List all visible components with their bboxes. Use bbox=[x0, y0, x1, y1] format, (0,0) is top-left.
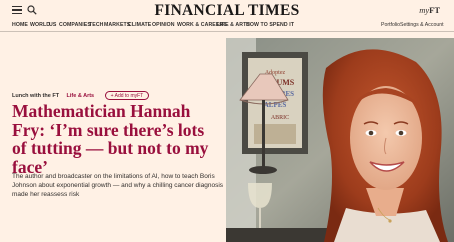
nav-item-companies[interactable]: COMPANIES bbox=[59, 22, 91, 28]
nav-portfolio-link[interactable]: Portfolio bbox=[381, 22, 400, 28]
nav-item-climate[interactable]: CLIMATE bbox=[128, 22, 151, 28]
poster-line: ALPES bbox=[264, 101, 287, 109]
nav-item-us[interactable]: US bbox=[49, 22, 56, 28]
myft-suffix: FT bbox=[429, 5, 440, 15]
article-headline[interactable]: Mathematician Hannah Fry: ‘I’m sure ther… bbox=[12, 102, 222, 176]
nav-item-markets[interactable]: MARKETS bbox=[104, 22, 130, 28]
main-nav: HOME WORLD US COMPANIES TECH MARKETS CLI… bbox=[0, 20, 454, 32]
nav-item-how-to-spend-it[interactable]: HOW TO SPEND IT bbox=[246, 22, 294, 28]
nav-item-home[interactable]: HOME bbox=[12, 22, 28, 28]
section-link[interactable]: Life & Arts bbox=[67, 93, 95, 99]
series-kicker[interactable]: Lunch with the FT bbox=[12, 93, 59, 99]
nav-settings-link[interactable]: Settings & Account bbox=[400, 22, 444, 28]
hero-illustration[interactable]: Adoptez PARFUMS BRUYÈRES ALPES ABRIC bbox=[226, 38, 454, 242]
myft-link[interactable]: myFT bbox=[419, 5, 440, 15]
myft-prefix: my bbox=[419, 5, 430, 15]
article-standfirst: The author and broadcaster on the limita… bbox=[12, 173, 224, 198]
masthead: FINANCIAL TIMES myFT bbox=[0, 0, 454, 20]
nav-item-opinion[interactable]: OPINION bbox=[152, 22, 175, 28]
poster-line: ABRIC bbox=[271, 115, 289, 121]
nav-item-world[interactable]: WORLD bbox=[30, 22, 50, 28]
nav-item-life-arts[interactable]: LIFE & ARTS bbox=[217, 22, 250, 28]
article-meta: Lunch with the FT Life & Arts + Add to m… bbox=[12, 87, 150, 101]
nav-item-tech[interactable]: TECH bbox=[89, 22, 104, 28]
brand-logo[interactable]: FINANCIAL TIMES bbox=[0, 2, 454, 20]
add-to-myft-button[interactable]: + Add to myFT bbox=[104, 91, 150, 101]
